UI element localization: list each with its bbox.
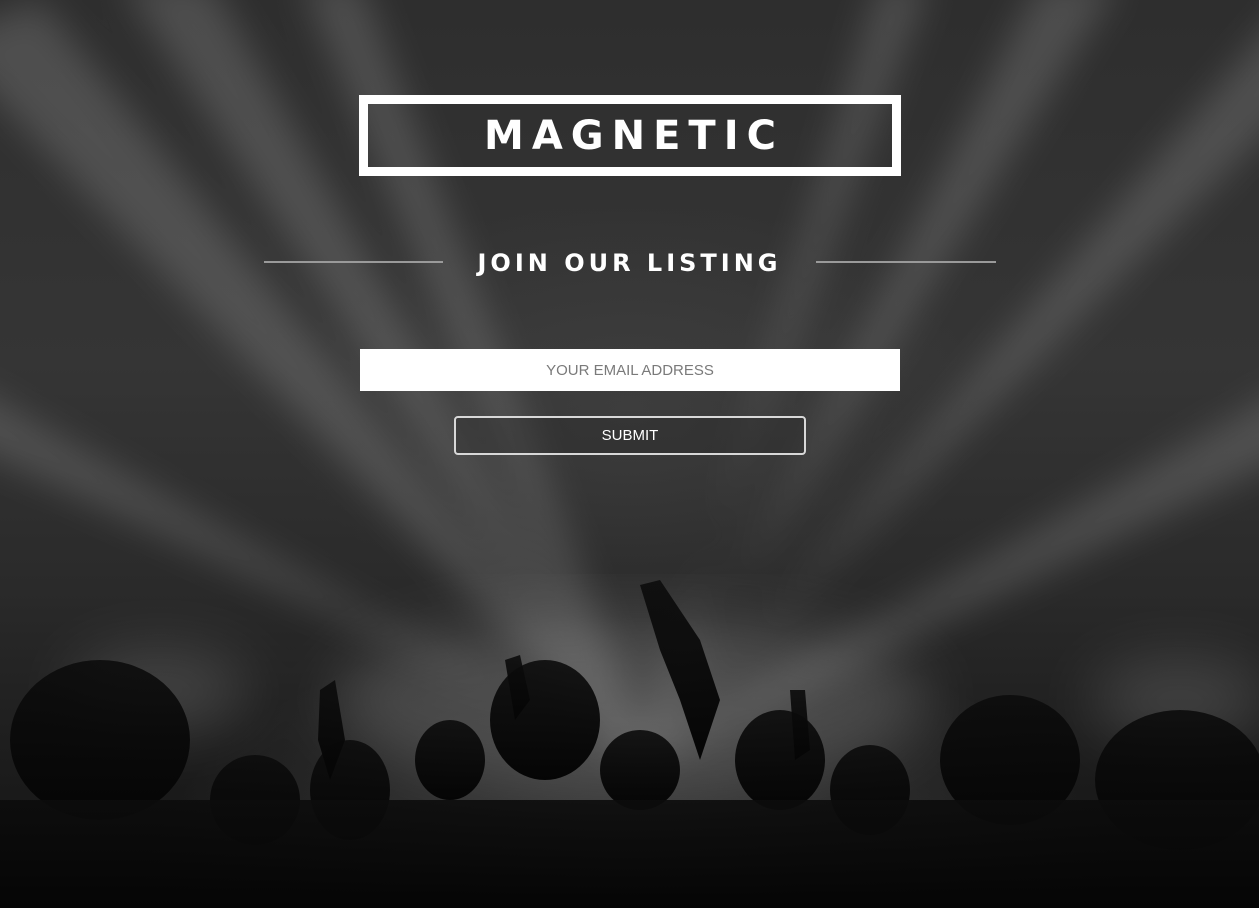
heading-divider-right [816,261,996,263]
landing-page: MAGNETIC JOIN OUR LISTING SUBMIT [0,0,1259,908]
signup-heading: JOIN OUR LISTING [264,246,996,280]
signup-heading-text: JOIN OUR LISTING [477,249,782,277]
logo: MAGNETIC [359,95,901,176]
submit-button[interactable]: SUBMIT [454,416,806,455]
logo-text: MAGNETIC [484,112,784,159]
email-input[interactable] [360,349,900,391]
heading-divider-left [264,261,443,263]
